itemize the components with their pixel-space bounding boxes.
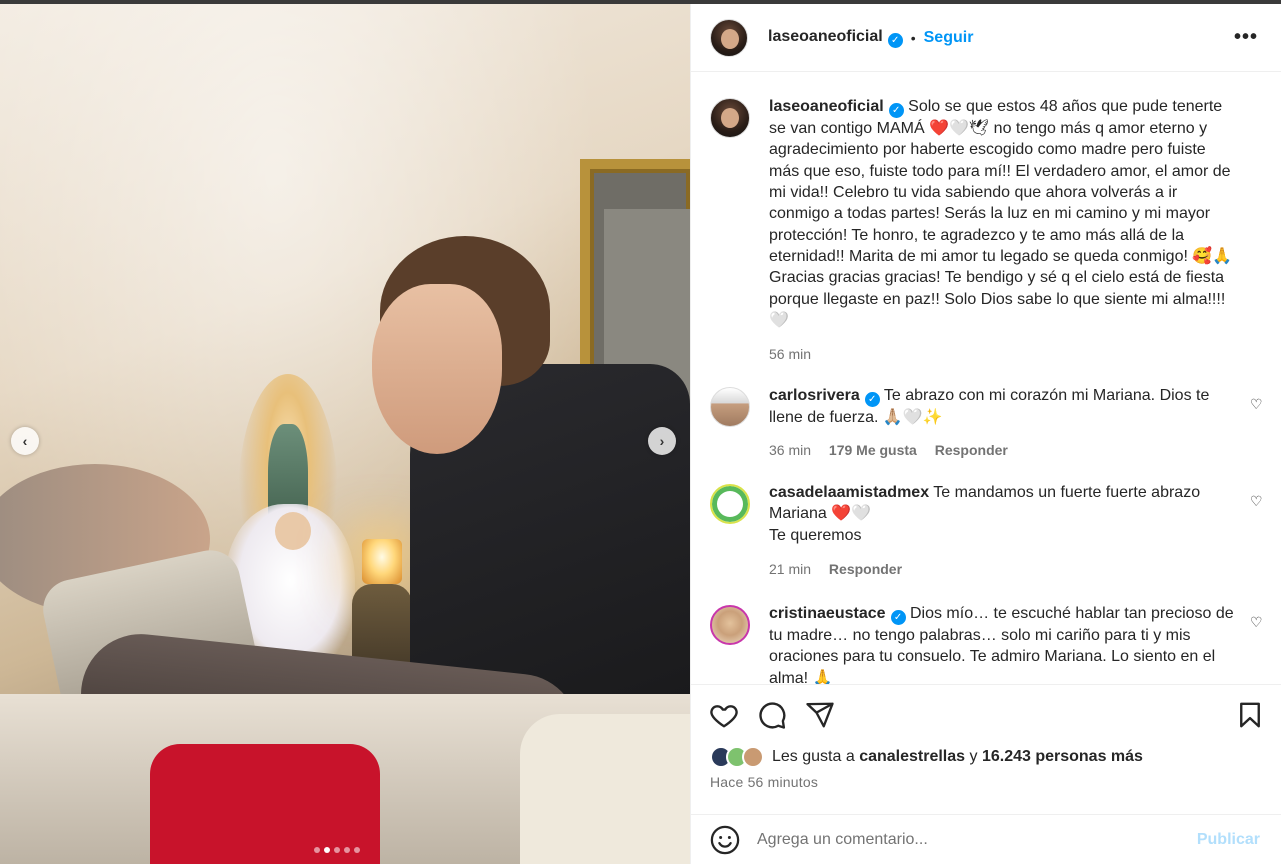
comments-list[interactable]: laseoaneoficial ✓ Solo se que estos 48 añ… bbox=[691, 73, 1281, 684]
comment-avatar[interactable] bbox=[710, 387, 750, 427]
header-separator: • bbox=[910, 29, 916, 46]
verified-badge-icon: ✓ bbox=[890, 610, 906, 626]
photo-red-pillow bbox=[150, 744, 380, 864]
comment-like-heart-icon[interactable]: ♡ bbox=[1250, 614, 1263, 631]
comment-avatar[interactable] bbox=[710, 605, 750, 645]
likes-summary[interactable]: Les gusta a canalestrellas y 16.243 pers… bbox=[710, 746, 1143, 768]
comment-icon[interactable] bbox=[757, 700, 787, 730]
comment-input[interactable] bbox=[757, 828, 1177, 852]
likes-username[interactable]: canalestrellas bbox=[859, 748, 965, 765]
comment-time: 36 min bbox=[769, 442, 812, 458]
share-icon[interactable] bbox=[805, 700, 835, 730]
post-side-panel: laseoaneoficial ✓ • Seguir ••• laseoaneof… bbox=[690, 4, 1281, 864]
comment-username[interactable]: cristinaeustace ✓ bbox=[769, 605, 906, 626]
photo-candle bbox=[362, 539, 402, 584]
caption-time: 56 min bbox=[769, 346, 812, 362]
carousel-dot-active bbox=[324, 847, 330, 853]
post-time: Hace 56 minutos bbox=[710, 774, 819, 790]
url-fragment: laseoaneoficial bbox=[610, 0, 683, 3]
carousel-next-button[interactable]: › bbox=[648, 427, 676, 455]
avatar[interactable] bbox=[710, 18, 748, 57]
comment-body: carlosrivera ✓ Te abrazo con mi corazón m… bbox=[769, 385, 1239, 428]
verified-badge-icon: ✓ bbox=[888, 103, 904, 119]
chevron-right-icon: › bbox=[659, 433, 665, 449]
comment-like-heart-icon[interactable]: ♡ bbox=[1250, 396, 1263, 413]
caption-avatar[interactable] bbox=[710, 98, 750, 138]
liker-avatar bbox=[742, 746, 764, 768]
emoji-icon[interactable] bbox=[710, 825, 740, 855]
likes-count[interactable]: 16.243 personas más bbox=[982, 748, 1143, 765]
comment-username[interactable]: carlosrivera ✓ bbox=[769, 387, 880, 408]
carousel-prev-button[interactable]: ‹ bbox=[11, 427, 39, 455]
carousel-dot bbox=[314, 847, 320, 853]
publish-button[interactable]: Publicar bbox=[1197, 831, 1260, 849]
header-username[interactable]: laseoaneoficial ✓ bbox=[768, 28, 903, 48]
comment-body: casadelaamistadmex Te mandamos un fuerte… bbox=[769, 482, 1239, 546]
comment-body: cristinaeustace ✓ Dios mío… te escuché ha… bbox=[769, 603, 1239, 684]
reply-button[interactable]: Responder bbox=[829, 561, 902, 577]
likes-text: Les gusta a canalestrellas y 16.243 pers… bbox=[772, 748, 1143, 765]
photo-infant-statue-head bbox=[275, 512, 311, 550]
comment-avatar[interactable] bbox=[710, 484, 750, 524]
more-options-icon[interactable]: ••• bbox=[1234, 26, 1258, 49]
verified-badge-icon: ✓ bbox=[887, 32, 903, 48]
comment-meta: 21 min Responder bbox=[769, 561, 902, 577]
follow-button[interactable]: Seguir bbox=[924, 29, 974, 47]
caption-text: Solo se que estos 48 años que pude tener… bbox=[769, 98, 1233, 329]
post-actions: Les gusta a canalestrellas y 16.243 pers… bbox=[691, 684, 1281, 814]
carousel-dot bbox=[354, 847, 360, 853]
post-header: laseoaneoficial ✓ • Seguir ••• bbox=[691, 4, 1281, 72]
carousel-dot bbox=[344, 847, 350, 853]
comment-composer: Publicar bbox=[691, 814, 1281, 864]
reply-button[interactable]: Responder bbox=[935, 442, 1008, 458]
chevron-left-icon: ‹ bbox=[22, 433, 28, 449]
caption-body: laseoaneoficial ✓ Solo se que estos 48 añ… bbox=[769, 96, 1239, 331]
carousel-dot bbox=[334, 847, 340, 853]
verified-badge-icon: ✓ bbox=[864, 392, 880, 408]
caption-username[interactable]: laseoaneoficial ✓ bbox=[769, 98, 904, 119]
comment-meta: 36 min 179 Me gusta Responder bbox=[769, 442, 1008, 458]
comment-like-heart-icon[interactable]: ♡ bbox=[1250, 493, 1263, 510]
photo-sheet bbox=[520, 714, 690, 864]
comment-text-line2: Te queremos bbox=[769, 526, 862, 544]
bookmark-icon[interactable] bbox=[1235, 700, 1265, 730]
post-photo[interactable]: ‹ › bbox=[0, 4, 690, 864]
heart-icon[interactable] bbox=[709, 700, 739, 730]
comment-likes[interactable]: 179 Me gusta bbox=[829, 442, 917, 458]
photo-woman-face bbox=[372, 284, 502, 454]
comment-username[interactable]: casadelaamistadmex bbox=[769, 484, 929, 501]
carousel-indicator bbox=[314, 847, 360, 853]
comment-time: 21 min bbox=[769, 561, 812, 577]
